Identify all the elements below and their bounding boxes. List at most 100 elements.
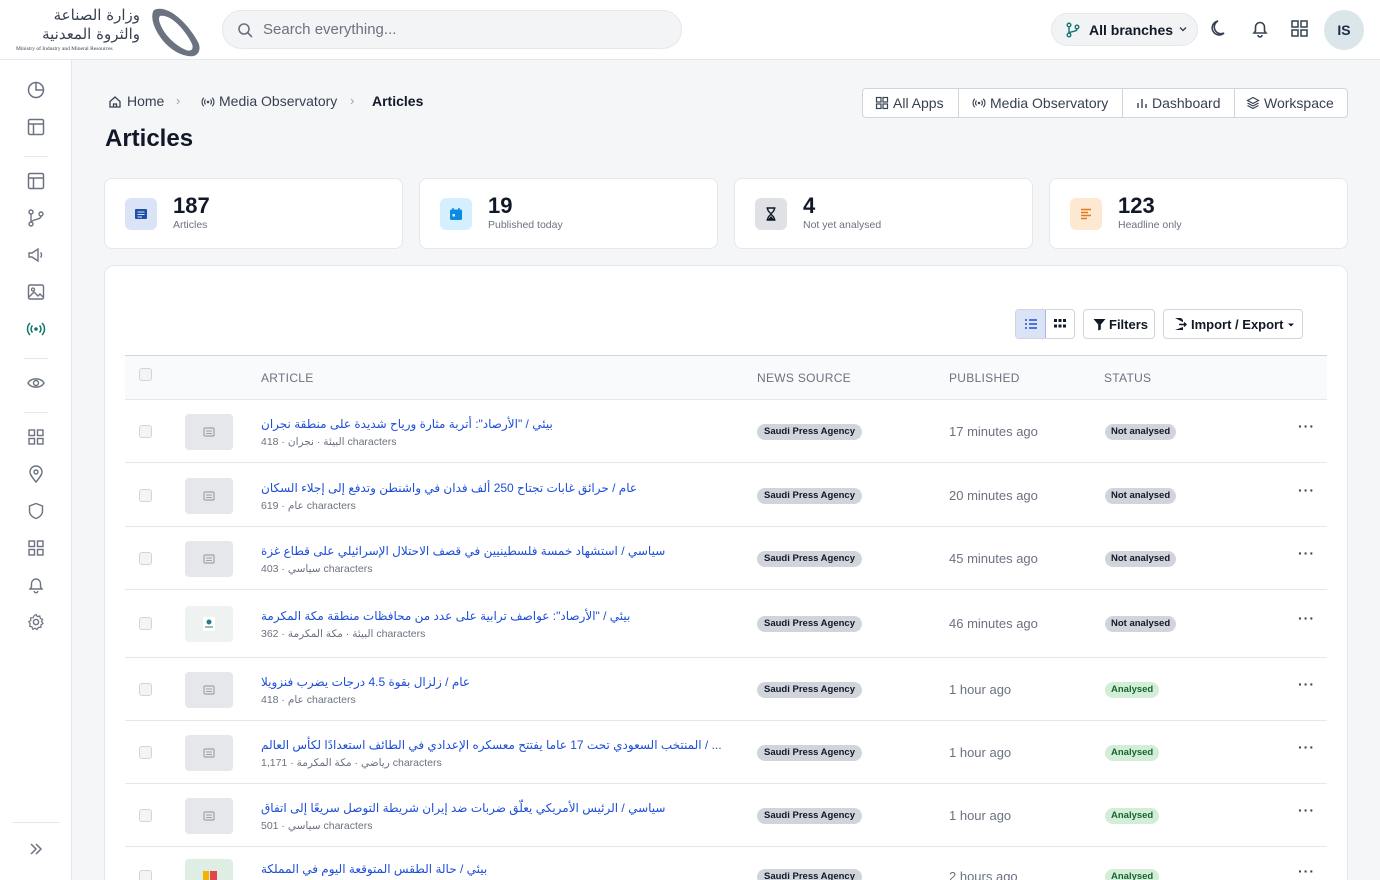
- sidebar-divider: [24, 412, 48, 413]
- table-row[interactable]: بيئي / حالة الطقس المتوقعة اليوم في المم…: [125, 847, 1327, 880]
- article-thumbnail-icon: [203, 491, 215, 501]
- article-title[interactable]: عام / حرائق غابات تجتاح 250 ألف فدان في …: [261, 481, 637, 495]
- media-observatory-label: Media Observatory: [990, 95, 1109, 111]
- grid-alt-icon[interactable]: [26, 538, 46, 558]
- apps-grid-icon[interactable]: [1289, 18, 1311, 40]
- list-view-button[interactable]: [1016, 310, 1046, 338]
- user-avatar[interactable]: IS: [1324, 10, 1364, 50]
- search-input[interactable]: [263, 11, 663, 48]
- article-thumbnail-icon: [203, 617, 215, 631]
- ministry-logo[interactable]: وزارة الصناعة والثروة المعدنية Ministry …: [12, 2, 208, 58]
- news-source-badge: Saudi Press Agency: [757, 808, 862, 824]
- article-title[interactable]: بيئي / "الأرصاد": أتربة مثارة ورياح شديد…: [261, 417, 553, 431]
- row-checkbox[interactable]: [139, 552, 152, 565]
- article-thumbnail: [185, 735, 233, 771]
- status-badge: Not analysed: [1105, 424, 1177, 440]
- top-header: وزارة الصناعة والثروة المعدنية Ministry …: [0, 0, 1380, 60]
- row-checkbox[interactable]: [139, 746, 152, 759]
- row-actions-menu[interactable]: ···: [1298, 482, 1315, 498]
- row-actions-menu[interactable]: ···: [1298, 863, 1315, 879]
- broadcast-icon: [201, 97, 215, 107]
- row-checkbox[interactable]: [139, 489, 152, 502]
- table-row[interactable]: عام / حرائق غابات تجتاح 250 ألف فدان في …: [125, 464, 1327, 527]
- column-header-article[interactable]: ARTICLE: [261, 371, 314, 385]
- map-pin-icon[interactable]: [26, 464, 46, 484]
- row-actions-menu[interactable]: ···: [1298, 545, 1315, 561]
- image-icon[interactable]: [26, 282, 46, 302]
- calendar-icon: [440, 198, 472, 230]
- article-meta: 418 · عام characters: [261, 694, 356, 706]
- hourglass-icon: [755, 198, 787, 230]
- column-header-news-source[interactable]: NEWS SOURCE: [757, 371, 851, 385]
- published-time: 20 minutes ago: [949, 488, 1038, 503]
- row-checkbox[interactable]: [139, 683, 152, 696]
- row-actions-menu[interactable]: ···: [1298, 610, 1315, 626]
- filters-button[interactable]: Filters: [1083, 309, 1155, 339]
- row-checkbox[interactable]: [139, 617, 152, 630]
- article-title[interactable]: عام / زلزال بقوة 4.5 درجات يضرب فنزويلا: [261, 675, 470, 689]
- moon-icon[interactable]: [1209, 18, 1231, 40]
- eye-icon[interactable]: [26, 373, 46, 393]
- layout-icon[interactable]: [26, 117, 46, 137]
- row-checkbox[interactable]: [139, 425, 152, 438]
- import-export-button[interactable]: Import / Export: [1163, 309, 1303, 339]
- grid-icon[interactable]: [26, 427, 46, 447]
- stat-label: Published today: [488, 219, 563, 231]
- table-row[interactable]: ... / المنتخب السعودي تحت 17 عاما يفتتح …: [125, 721, 1327, 784]
- row-actions-menu[interactable]: ···: [1298, 739, 1315, 755]
- table-row[interactable]: سياسي / الرئيس الأمريكي يعلّق ضربات ضد إ…: [125, 784, 1327, 847]
- shield-icon[interactable]: [26, 501, 46, 521]
- breadcrumb-separator: ›: [176, 93, 181, 108]
- media-observatory-link[interactable]: Media Observatory: [972, 89, 1122, 117]
- pie-chart-icon[interactable]: [26, 80, 46, 100]
- megaphone-icon[interactable]: [26, 245, 46, 265]
- status-badge: Not analysed: [1105, 616, 1177, 632]
- stat-label: Headline only: [1118, 219, 1182, 231]
- all-apps-link[interactable]: All Apps: [875, 89, 959, 117]
- row-actions-menu[interactable]: ···: [1298, 418, 1315, 434]
- article-title[interactable]: بيئي / حالة الطقس المتوقعة اليوم في المم…: [261, 862, 487, 876]
- table-row[interactable]: عام / زلزال بقوة 4.5 درجات يضرب فنزويلا 4…: [125, 658, 1327, 721]
- breadcrumb-section-label: Media Observatory: [219, 93, 338, 109]
- dashboard-link[interactable]: Dashboard: [1135, 89, 1233, 117]
- bell-icon[interactable]: [1249, 18, 1271, 40]
- table-row[interactable]: سياسي / استشهاد خمسة فلسطينيين في قصف ال…: [125, 527, 1327, 590]
- column-header-published[interactable]: PUBLISHED: [949, 371, 1020, 385]
- stat-card-not-analysed: 4 Not yet analysed: [734, 178, 1033, 249]
- grid-view-button[interactable]: [1046, 310, 1074, 338]
- global-search[interactable]: [222, 10, 682, 49]
- table-row[interactable]: بيئي / "الأرصاد": عواصف ترابية على عدد م…: [125, 590, 1327, 658]
- article-title[interactable]: سياسي / استشهاد خمسة فلسطينيين في قصف ال…: [261, 544, 665, 558]
- article-thumbnail: [185, 859, 233, 880]
- row-actions-menu[interactable]: ···: [1298, 676, 1315, 692]
- row-checkbox[interactable]: [139, 809, 152, 822]
- expand-sidebar-icon[interactable]: [26, 839, 46, 859]
- published-time: 2 hours ago: [949, 869, 1018, 880]
- article-title[interactable]: ... / المنتخب السعودي تحت 17 عاما يفتتح …: [261, 738, 722, 752]
- column-header-status[interactable]: STATUS: [1104, 371, 1151, 385]
- branch-selector[interactable]: All branches: [1051, 13, 1198, 46]
- status-badge: Not analysed: [1105, 551, 1177, 567]
- article-thumbnail-icon: [203, 871, 217, 880]
- stat-value: 4: [803, 193, 816, 218]
- git-branch-nav-icon[interactable]: [26, 208, 46, 228]
- dashboard-label: Dashboard: [1152, 95, 1221, 111]
- workspace-link[interactable]: Workspace: [1246, 89, 1342, 117]
- gear-icon[interactable]: [26, 612, 46, 632]
- view-toggle: [1015, 309, 1075, 339]
- breadcrumb-separator: ›: [350, 93, 355, 108]
- status-badge: Analysed: [1105, 869, 1160, 880]
- select-all-checkbox[interactable]: [139, 368, 152, 381]
- status-badge: Analysed: [1105, 808, 1160, 824]
- article-title[interactable]: بيئي / "الأرصاد": عواصف ترابية على عدد م…: [261, 609, 630, 623]
- article-meta: 362 · البيئة · مكة المكرمة characters: [261, 628, 426, 640]
- layout-panels-icon[interactable]: [26, 171, 46, 191]
- app-links-group: All Apps Media Observatory Dashboard Wor…: [862, 88, 1348, 118]
- row-actions-menu[interactable]: ···: [1298, 802, 1315, 818]
- broadcast-icon[interactable]: [26, 319, 46, 339]
- row-checkbox[interactable]: [139, 870, 152, 880]
- all-apps-label: All Apps: [893, 95, 944, 111]
- table-row[interactable]: بيئي / "الأرصاد": أتربة مثارة ورياح شديد…: [125, 400, 1327, 463]
- bell-nav-icon[interactable]: [26, 575, 46, 595]
- article-title[interactable]: سياسي / الرئيس الأمريكي يعلّق ضربات ضد إ…: [261, 801, 665, 815]
